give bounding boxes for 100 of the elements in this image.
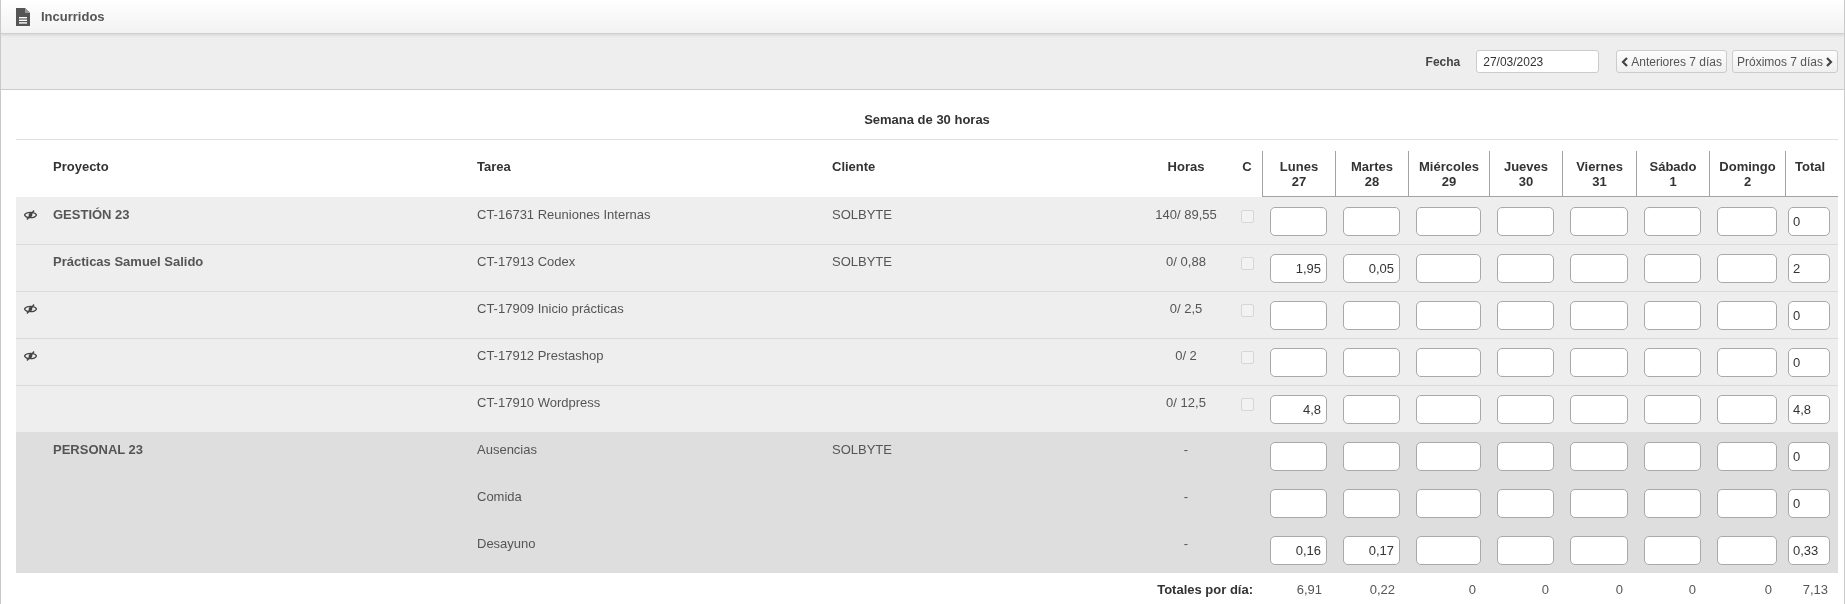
checkbox[interactable] bbox=[1240, 304, 1254, 317]
hours-input[interactable] bbox=[1416, 536, 1481, 565]
checkbox[interactable] bbox=[1240, 351, 1254, 364]
hours-input[interactable] bbox=[1343, 207, 1400, 236]
hours-input[interactable] bbox=[1416, 489, 1481, 518]
previous-week-button[interactable]: Anteriores 7 días bbox=[1616, 50, 1727, 73]
hours-input[interactable]: 4,8 bbox=[1270, 395, 1327, 424]
hours-input[interactable] bbox=[1497, 301, 1554, 330]
hours-input[interactable] bbox=[1644, 254, 1701, 283]
column-header: Cliente bbox=[832, 159, 876, 174]
hours-input[interactable] bbox=[1644, 489, 1701, 518]
hours-text: - bbox=[1183, 489, 1189, 504]
hours-input[interactable] bbox=[1717, 489, 1777, 518]
hours-input[interactable] bbox=[1570, 489, 1628, 518]
hours-input[interactable]: 0,05 bbox=[1343, 254, 1400, 283]
hours-input[interactable] bbox=[1570, 536, 1628, 565]
hours-input[interactable] bbox=[1270, 301, 1327, 330]
hours-input[interactable] bbox=[1343, 348, 1400, 377]
day-total: 0 bbox=[1468, 582, 1476, 597]
row-total-field[interactable]: 0,33 bbox=[1788, 536, 1830, 565]
document-icon bbox=[16, 7, 30, 26]
hours-input[interactable] bbox=[1717, 207, 1777, 236]
date-field[interactable]: 27/03/2023 bbox=[1476, 50, 1600, 73]
task-name: Ausencias bbox=[477, 442, 537, 457]
hours-input[interactable] bbox=[1270, 348, 1327, 377]
hours-input[interactable] bbox=[1570, 442, 1628, 471]
hours-input[interactable] bbox=[1497, 254, 1554, 283]
hours-input[interactable] bbox=[1270, 489, 1327, 518]
hours-input[interactable] bbox=[1570, 301, 1628, 330]
eye-slash-icon[interactable] bbox=[24, 351, 37, 361]
day-column-header: Miércoles 29 bbox=[1419, 159, 1479, 189]
hours-input[interactable] bbox=[1717, 254, 1777, 283]
hours-input[interactable]: 0,17 bbox=[1343, 536, 1400, 565]
day-column-header: Sábado 1 bbox=[1649, 159, 1697, 189]
hours-input[interactable] bbox=[1644, 207, 1701, 236]
next-week-button[interactable]: Próximos 7 días bbox=[1731, 50, 1838, 73]
hours-text: - bbox=[1183, 536, 1189, 551]
task-name: CT-17912 Prestashop bbox=[477, 348, 604, 363]
hours-text: 0/ 0,88 bbox=[1166, 254, 1206, 269]
page-title: Incurridos bbox=[41, 9, 105, 24]
hours-input[interactable] bbox=[1644, 301, 1701, 330]
hours-input[interactable] bbox=[1644, 442, 1701, 471]
hours-text: 0/ 2 bbox=[1175, 348, 1197, 363]
hours-input[interactable] bbox=[1416, 395, 1481, 424]
day-column-header: Jueves 30 bbox=[1503, 159, 1549, 189]
day-column-header: Domingo 2 bbox=[1719, 159, 1776, 189]
hours-input[interactable] bbox=[1270, 207, 1327, 236]
hours-input[interactable] bbox=[1644, 395, 1701, 424]
row-total-field[interactable]: 0 bbox=[1788, 489, 1830, 518]
hours-input[interactable] bbox=[1717, 301, 1777, 330]
day-total: 0 bbox=[1688, 582, 1696, 597]
checkbox[interactable] bbox=[1240, 210, 1254, 223]
checkbox[interactable] bbox=[1240, 398, 1254, 411]
row-total-field[interactable]: 0 bbox=[1788, 348, 1830, 377]
hours-input[interactable] bbox=[1416, 254, 1481, 283]
column-header: Tarea bbox=[477, 159, 511, 174]
row-total-field[interactable]: 4,8 bbox=[1788, 395, 1830, 424]
eye-slash-icon[interactable] bbox=[24, 210, 37, 220]
hours-input[interactable] bbox=[1644, 536, 1701, 565]
hours-input[interactable] bbox=[1497, 489, 1554, 518]
hours-input[interactable] bbox=[1717, 442, 1777, 471]
hours-input[interactable] bbox=[1497, 207, 1554, 236]
hours-input[interactable] bbox=[1717, 348, 1777, 377]
hours-input[interactable]: 0,16 bbox=[1270, 536, 1327, 565]
day-total: 0 bbox=[1764, 582, 1772, 597]
hours-input[interactable] bbox=[1497, 536, 1554, 565]
hours-input[interactable] bbox=[1343, 395, 1400, 424]
row-total-field[interactable]: 2 bbox=[1788, 254, 1830, 283]
hours-input[interactable] bbox=[1570, 348, 1628, 377]
chevron-right-icon bbox=[1826, 56, 1833, 67]
hours-input[interactable] bbox=[1717, 395, 1777, 424]
hours-input[interactable] bbox=[1497, 442, 1554, 471]
hours-input[interactable] bbox=[1497, 348, 1554, 377]
project-name: PERSONAL 23 bbox=[53, 442, 144, 457]
hours-input[interactable] bbox=[1644, 348, 1701, 377]
eye-slash-icon[interactable] bbox=[24, 304, 37, 314]
hours-input[interactable] bbox=[1570, 207, 1628, 236]
hours-input[interactable] bbox=[1416, 301, 1481, 330]
hours-input[interactable] bbox=[1416, 348, 1481, 377]
hours-input[interactable] bbox=[1270, 442, 1327, 471]
checkbox[interactable] bbox=[1240, 257, 1254, 270]
hours-input[interactable] bbox=[1343, 301, 1400, 330]
column-header: Proyecto bbox=[53, 159, 109, 174]
hours-input[interactable] bbox=[1497, 395, 1554, 424]
hours-input[interactable] bbox=[1343, 442, 1400, 471]
date-label: Fecha bbox=[1425, 54, 1461, 69]
hours-input[interactable] bbox=[1416, 442, 1481, 471]
hours-input[interactable]: 1,95 bbox=[1270, 254, 1327, 283]
hours-input[interactable] bbox=[1416, 207, 1481, 236]
day-column-header: Lunes 27 bbox=[1279, 159, 1319, 189]
row-total-field[interactable]: 0 bbox=[1788, 442, 1830, 471]
hours-text: 0/ 12,5 bbox=[1166, 395, 1206, 410]
hours-input[interactable] bbox=[1570, 395, 1628, 424]
hours-input[interactable] bbox=[1717, 536, 1777, 565]
day-column-header: Martes 28 bbox=[1351, 159, 1393, 189]
hours-input[interactable] bbox=[1570, 254, 1628, 283]
hours-input[interactable] bbox=[1343, 489, 1400, 518]
task-name: Comida bbox=[477, 489, 522, 504]
row-total-field[interactable]: 0 bbox=[1788, 207, 1830, 236]
row-total-field[interactable]: 0 bbox=[1788, 301, 1830, 330]
